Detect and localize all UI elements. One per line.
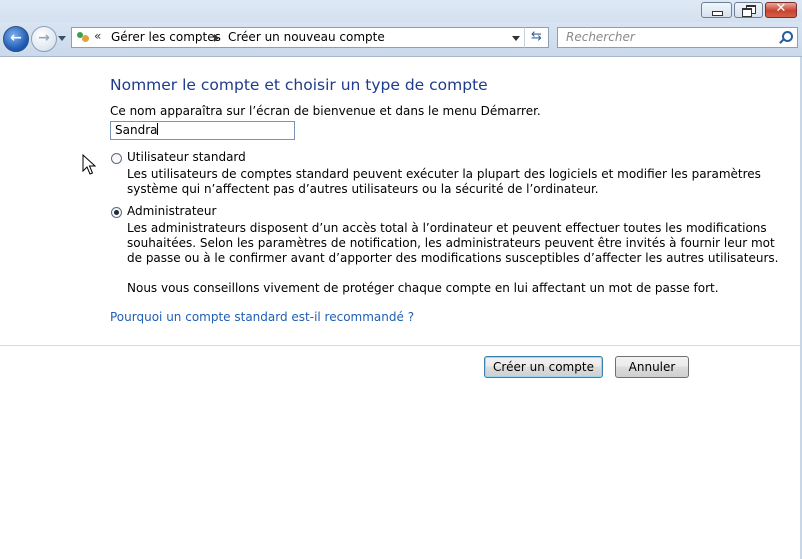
name-hint-text: Ce nom apparaîtra sur l’écran de bienven… xyxy=(110,104,541,118)
description-line: souhaitées. Selon les paramètres de noti… xyxy=(127,236,775,250)
title-bar: ✕ xyxy=(0,0,802,22)
administrator-label[interactable]: Administrateur xyxy=(127,204,216,218)
mouse-pointer-icon xyxy=(82,154,97,175)
back-arrow-icon: ← xyxy=(10,30,22,46)
recent-pages-dropdown[interactable] xyxy=(58,36,66,41)
account-name-field[interactable]: Sandra xyxy=(110,121,295,140)
search-box[interactable]: Rechercher xyxy=(557,27,798,48)
search-icon[interactable] xyxy=(778,31,793,45)
back-button[interactable]: ← xyxy=(3,26,29,52)
advice-text: Nous vous conseillons vivement de protég… xyxy=(127,281,719,295)
standard-user-label[interactable]: Utilisateur standard xyxy=(127,150,246,164)
text-caret xyxy=(157,123,159,135)
close-button[interactable]: ✕ xyxy=(765,1,797,18)
forward-arrow-icon: → xyxy=(38,30,50,46)
refresh-icon: ⇆ xyxy=(531,29,542,44)
restore-button[interactable] xyxy=(734,2,763,18)
cancel-button[interactable]: Annuler xyxy=(615,356,689,378)
restore-icon-back xyxy=(742,8,752,17)
administrator-description: Les administrateurs disposent d’un accès… xyxy=(127,221,779,266)
description-line: Les administrateurs disposent d’un accès… xyxy=(127,221,767,235)
password-advice: Nous vous conseillons vivement de protég… xyxy=(127,281,727,296)
administrator-radio[interactable] xyxy=(111,207,122,218)
breadcrumb-overflow-chevron[interactable]: « xyxy=(94,29,101,43)
description-line: Les utilisateurs de comptes standard peu… xyxy=(127,167,761,181)
minimize-icon xyxy=(712,11,723,16)
create-account-button[interactable]: Créer un compte xyxy=(484,356,603,378)
account-name-value: Sandra xyxy=(115,123,158,137)
forward-button[interactable]: → xyxy=(31,26,57,52)
standard-user-description: Les utilisateurs de comptes standard peu… xyxy=(127,167,761,197)
breadcrumb-manage-accounts[interactable]: Gérer les comptes xyxy=(111,30,221,44)
standard-user-radio[interactable] xyxy=(111,153,122,164)
close-icon: ✕ xyxy=(775,1,787,16)
minimize-button[interactable] xyxy=(701,2,732,18)
search-input[interactable]: Rechercher xyxy=(566,30,635,44)
description-line: de passe ou à le confirmer avant d’appor… xyxy=(127,251,779,265)
user-accounts-icon xyxy=(76,31,90,44)
why-standard-account-link[interactable]: Pourquoi un compte standard est-il recom… xyxy=(110,310,414,324)
address-bar[interactable]: « Gérer les comptes Créer un nouveau com… xyxy=(71,27,549,48)
footer-separator xyxy=(0,345,800,346)
breadcrumb-separator-icon[interactable] xyxy=(214,34,219,42)
refresh-button[interactable]: ⇆ xyxy=(524,27,549,48)
description-line: système qui n’affectent pas d’autres uti… xyxy=(127,182,599,196)
navigation-bar: ← → « Gérer les comptes Créer un nouveau… xyxy=(0,22,802,57)
radio-selected-dot xyxy=(114,210,119,215)
breadcrumb-create-account[interactable]: Créer un nouveau compte xyxy=(228,30,385,44)
page-title: Nommer le compte et choisir un type de c… xyxy=(110,76,488,94)
address-dropdown-icon[interactable] xyxy=(512,36,520,41)
